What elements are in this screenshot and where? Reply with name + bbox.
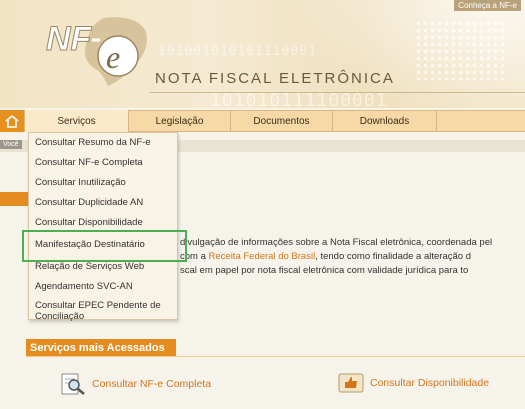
nav-tab-legislacao[interactable]: Legislação: [128, 110, 230, 132]
thumbs-up-icon: [338, 373, 364, 393]
title-divider: [150, 92, 525, 93]
magnifier-document-icon: [61, 373, 85, 395]
banner-binary-1: 101001010101110001: [158, 44, 317, 59]
service-link-nfe-completa-label[interactable]: Consultar NF-e Completa: [92, 378, 211, 390]
home-icon: [5, 114, 19, 128]
banner-dots: [415, 20, 505, 80]
service-link-disponibilidade[interactable]: Consultar Disponibilidade: [338, 372, 489, 394]
service-link-disponibilidade-label[interactable]: Consultar Disponibilidade: [370, 377, 489, 389]
nav-tab-extra: [436, 110, 525, 132]
site-title: NOTA FISCAL ELETRÔNICA: [155, 70, 395, 87]
service-link-nfe-completa[interactable]: Consultar NF-e Completa: [60, 372, 211, 396]
home-button[interactable]: [0, 110, 24, 132]
servicos-dropdown: Consultar Resumo da NF-e Consultar NF-e …: [28, 132, 178, 322]
intro-line-1: divulgação de informações sobre a Nota F…: [180, 237, 493, 248]
section-marker: [0, 192, 30, 206]
nav-tab-servicos[interactable]: Serviços: [24, 110, 128, 132]
svg-text:e: e: [106, 39, 120, 75]
menu-item-agendamento-svc-an[interactable]: Agendamento SVC-AN: [35, 281, 133, 292]
nav-tab-downloads[interactable]: Downloads: [332, 110, 436, 132]
services-header: Serviços mais Acessados: [26, 339, 176, 356]
menu-item-disponibilidade[interactable]: Consultar Disponibilidade: [35, 217, 143, 228]
intro-line-2-suffix: , tendo como finalidade a alteração d: [315, 251, 471, 262]
menu-item-inutilizacao[interactable]: Consultar Inutilização: [35, 177, 126, 188]
receita-federal-link[interactable]: Receita Federal do Brasil: [209, 251, 316, 262]
top-link[interactable]: Conheça a NF-e: [454, 0, 521, 11]
services-divider: [26, 356, 525, 357]
breadcrumb: Você: [0, 140, 22, 149]
nfe-logo-icon[interactable]: NF e: [42, 10, 152, 90]
intro-line-3: scal em papel por nota fiscal eletrônica…: [180, 265, 469, 276]
nav-tab-documentos[interactable]: Documentos: [230, 110, 332, 132]
menu-item-nfe-completa[interactable]: Consultar NF-e Completa: [35, 157, 143, 168]
svg-text:NF: NF: [46, 20, 93, 58]
menu-item-resumo-nfe[interactable]: Consultar Resumo da NF-e: [35, 137, 151, 148]
selection-highlight: [22, 230, 187, 262]
menu-item-duplicidade-an[interactable]: Consultar Duplicidade AN: [35, 197, 143, 208]
intro-text: divulgação de informações sobre a Nota F…: [180, 236, 525, 278]
menu-item-epec-pendente[interactable]: Consultar EPEC Pendente de Conciliação: [35, 300, 175, 322]
menu-item-servicos-web[interactable]: Relação de Serviços Web: [35, 261, 144, 272]
intro-line-2: com a Receita Federal do Brasil, tendo c…: [180, 250, 525, 264]
